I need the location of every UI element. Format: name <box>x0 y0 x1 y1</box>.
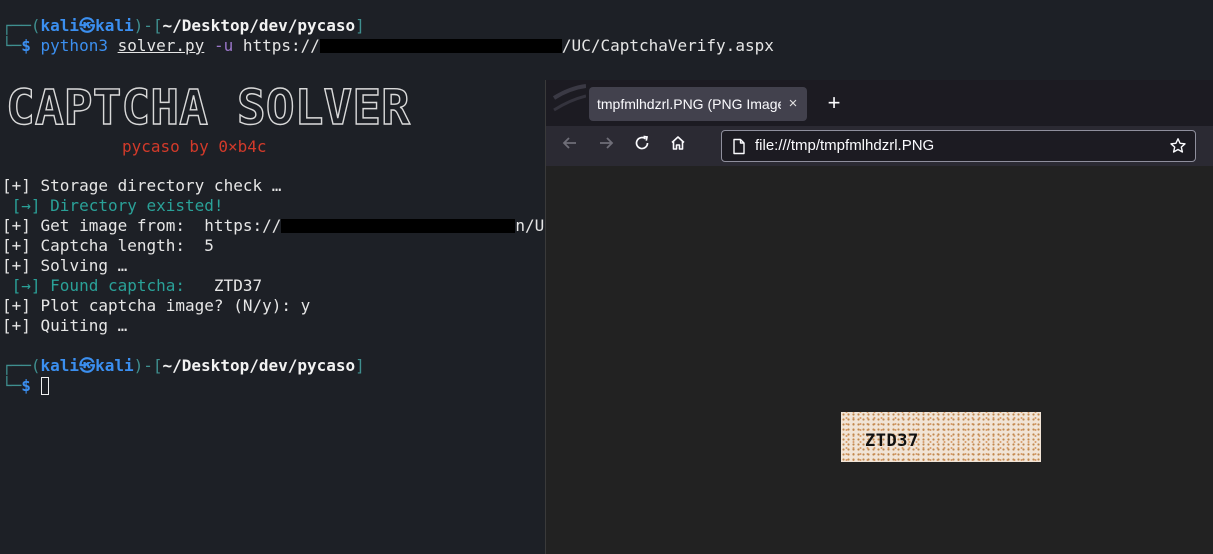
arrow-left-icon <box>562 137 576 149</box>
command-script: solver.py <box>117 36 205 55</box>
output-line: [+] Captcha length: 5 <box>2 236 214 256</box>
captcha-solver-banner: CAPTCHA SOLVER <box>5 80 411 136</box>
command-url-prefix: https:// <box>242 36 320 55</box>
page-icon <box>733 138 745 155</box>
output-text: Found captcha: <box>40 276 214 295</box>
prompt-path: ~/Desktop/dev/pycaso <box>162 16 356 35</box>
output-text: Captcha length: 5 <box>30 236 214 255</box>
prompt-frame: ┌──( <box>2 356 41 375</box>
prompt-header: ┌──(kali㉿kali)-[~/Desktop/dev/pycaso] <box>2 16 365 36</box>
prompt-close: ] <box>355 16 365 35</box>
output-prefix: [+] <box>2 216 31 235</box>
output-prefix: [+] <box>2 296 31 315</box>
prompt-host: kali <box>95 16 134 35</box>
command-url-suffix: /UC/CaptchaVerify.aspx <box>561 36 774 55</box>
output-prefix: [+] <box>2 176 31 195</box>
output-text: Solving … <box>30 256 128 275</box>
output-text: Get image from: https:// <box>30 216 282 235</box>
output-prefix: [+] <box>2 256 31 275</box>
tab-title: tmpfmlhdzrl.PNG (PNG Image <box>597 96 781 112</box>
url-bar[interactable]: file:///tmp/tmpfmlhdzrl.PNG <box>721 130 1196 162</box>
output-prefix: [→] <box>2 276 41 295</box>
command-line[interactable]: └─$ <box>2 376 49 396</box>
terminal-cursor[interactable] <box>40 377 49 395</box>
tab-bar: tmpfmlhdzrl.PNG (PNG Image × + <box>546 80 1213 126</box>
output-line: [+] Storage directory check … <box>2 176 281 196</box>
output-prefix: [+] <box>2 316 31 335</box>
command-flag: -u <box>213 36 234 55</box>
reload-icon <box>635 135 649 150</box>
prompt-mid: )-[ <box>133 16 163 35</box>
prompt-arrow: └─ <box>2 376 22 395</box>
prompt-close: ] <box>355 356 365 375</box>
arrow-right-icon <box>600 137 614 149</box>
url-text[interactable]: file:///tmp/tmpfmlhdzrl.PNG <box>755 131 934 161</box>
banner-byline: pycaso by 0×b4c <box>122 137 267 156</box>
kali-at-icon: ㉿ <box>79 356 96 375</box>
captcha-image: ZTD37 <box>841 412 1041 462</box>
prompt-dollar: $ <box>21 376 41 395</box>
bookmark-star-icon[interactable] <box>1169 137 1187 155</box>
output-line: [+] Solving … <box>2 256 127 276</box>
captcha-text: ZTD37 <box>865 431 919 451</box>
forward-button[interactable] <box>594 134 618 158</box>
prompt-user: kali <box>40 16 80 35</box>
banner-title: CAPTCHA SOLVER <box>6 80 410 136</box>
kali-at-icon: ㉿ <box>79 16 96 35</box>
prompt-dollar: $ <box>21 36 41 55</box>
command-program: python3 <box>40 36 108 55</box>
nav-bar: file:///tmp/tmpfmlhdzrl.PNG <box>546 126 1213 166</box>
output-text: Plot captcha image? (N/y): y <box>30 296 311 315</box>
redacted-url <box>281 219 516 233</box>
tab-image[interactable]: tmpfmlhdzrl.PNG (PNG Image × <box>589 87 807 121</box>
output-line: [→] Found captcha: ZTD37 <box>2 276 262 296</box>
image-viewer: ZTD37 <box>546 166 1213 554</box>
new-tab-button[interactable]: + <box>822 91 846 115</box>
output-tail: n/U <box>515 216 545 235</box>
output-line: [+] Plot captcha image? (N/y): y <box>2 296 310 316</box>
output-text: Quiting … <box>30 316 128 335</box>
browser-window[interactable]: tmpfmlhdzrl.PNG (PNG Image × + file:///t… <box>545 80 1213 554</box>
back-button[interactable] <box>558 134 582 158</box>
output-prefix: [+] <box>2 236 31 255</box>
prompt-header: ┌──(kali㉿kali)-[~/Desktop/dev/pycaso] <box>2 356 365 376</box>
output-text: Directory existed! <box>40 196 224 215</box>
output-prefix: [→] <box>2 196 41 215</box>
reload-button[interactable] <box>630 134 654 158</box>
prompt-frame: ┌──( <box>2 16 41 35</box>
output-line: [→] Directory existed! <box>2 196 224 216</box>
output-text: Storage directory check … <box>30 176 282 195</box>
prompt-arrow: └─ <box>2 36 22 55</box>
prompt-path: ~/Desktop/dev/pycaso <box>162 356 356 375</box>
prompt-mid: )-[ <box>133 356 163 375</box>
output-line: [+] Quiting … <box>2 316 127 336</box>
home-icon <box>671 136 685 150</box>
tab-overflow-decoration-icon <box>552 84 586 112</box>
command-line: └─$ python3 solver.py -u https:// /UC/Cap… <box>2 36 774 56</box>
tab-close-icon[interactable]: × <box>785 87 801 121</box>
redacted-url <box>319 39 562 53</box>
output-line: [+] Get image from: https:// n/U <box>2 216 544 236</box>
prompt-user: kali <box>40 356 80 375</box>
found-captcha-value: ZTD37 <box>213 276 263 295</box>
prompt-host: kali <box>95 356 134 375</box>
home-button[interactable] <box>666 134 690 158</box>
